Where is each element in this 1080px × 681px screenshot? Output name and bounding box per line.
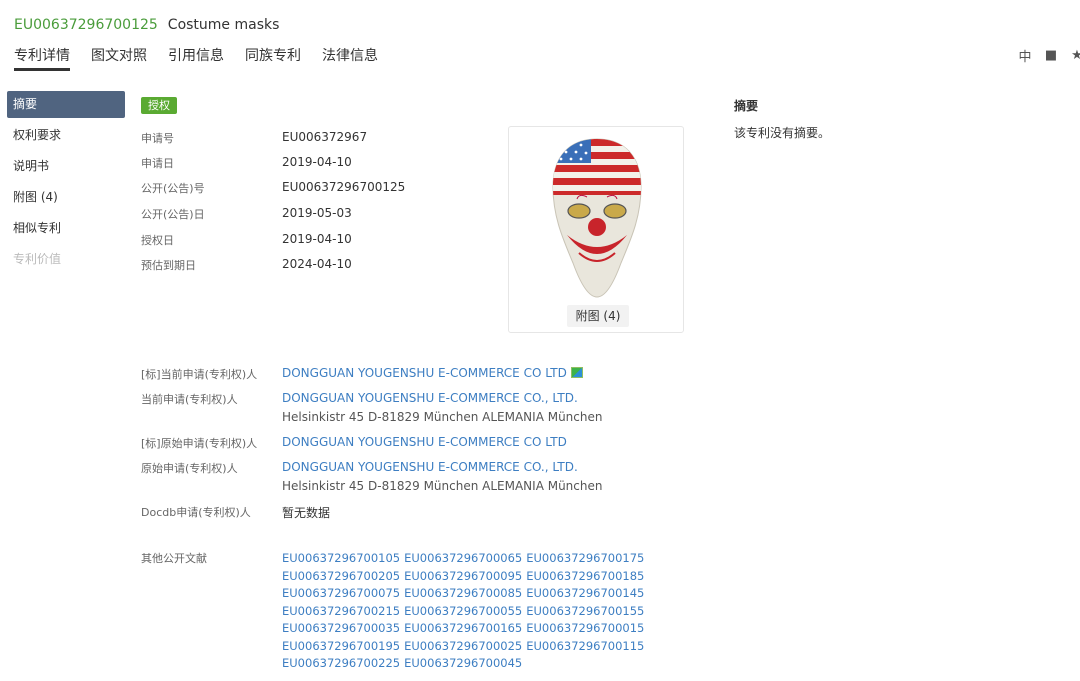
tab-bar: 专利详情 图文对照 引用信息 同族专利 法律信息	[14, 45, 399, 71]
docdb-applicant-value: 暂无数据	[282, 506, 331, 520]
field-label-grant-date: 授权日	[141, 234, 174, 247]
abstract-heading: 摘要	[734, 99, 759, 113]
field-label-app-date: 申请日	[141, 157, 174, 170]
other-doc-link[interactable]: EU00637296700225	[282, 655, 400, 673]
other-docs-label: 其他公开文献	[141, 552, 207, 565]
tab-citations[interactable]: 引用信息	[168, 45, 224, 71]
applicant-flag-icon[interactable]	[570, 367, 583, 378]
other-doc-link[interactable]: EU00637296700055	[404, 603, 522, 621]
other-doc-link[interactable]: EU00637296700165	[404, 620, 522, 638]
nav-similar[interactable]: 相似专利	[7, 215, 125, 246]
std-current-applicant-text[interactable]: DONGGUAN YOUGENSHU E-COMMERCE CO LTD	[282, 366, 567, 380]
std-original-applicant-label: [标]原始申请(专利权)人	[141, 437, 258, 450]
other-doc-link[interactable]: EU00637296700015	[526, 620, 644, 638]
abstract-text: 该专利没有摘要。	[734, 126, 831, 140]
publication-number: EU00637296700125	[14, 17, 158, 33]
other-doc-link[interactable]: EU00637296700105	[282, 550, 400, 568]
std-current-applicant-label: [标]当前申请(专利权)人	[141, 368, 258, 381]
other-doc-link[interactable]: EU00637296700075	[282, 585, 400, 603]
tab-family[interactable]: 同族专利	[245, 45, 301, 71]
field-value-app-no: EU006372967	[282, 130, 368, 144]
field-value-pub-no: EU00637296700125	[282, 180, 406, 194]
other-doc-link[interactable]: EU00637296700185	[526, 568, 644, 586]
std-original-applicant-link[interactable]: DONGGUAN YOUGENSHU E-COMMERCE CO LTD	[282, 435, 567, 449]
figure-count-label[interactable]: 附图 (4)	[567, 305, 629, 327]
page-title: Costume masks	[167, 17, 280, 33]
current-applicant-label: 当前申请(专利权)人	[141, 393, 238, 406]
section-nav: 摘要 权利要求 说明书 附图 (4) 相似专利 专利价值	[7, 91, 125, 277]
other-doc-link[interactable]: EU00637296700155	[526, 603, 644, 621]
other-docs-list: EU00637296700105 EU00637296700065 EU006372…	[282, 550, 644, 673]
docdb-applicant-label: Docdb申请(专利权)人	[141, 506, 251, 519]
folder-icon[interactable]: ■	[1044, 48, 1058, 63]
field-value-pub-date: 2019-05-03	[282, 206, 352, 220]
other-doc-link[interactable]: EU00637296700215	[282, 603, 400, 621]
field-value-grant-date: 2019-04-10	[282, 232, 352, 246]
toolbar: 中 ■ ★	[1018, 48, 1080, 65]
field-label-app-no: 申请号	[141, 132, 174, 145]
original-applicant-label: 原始申请(专利权)人	[141, 462, 238, 475]
translate-icon[interactable]: 中	[1018, 48, 1032, 65]
other-doc-link[interactable]: EU00637296700025	[404, 638, 522, 656]
field-label-pub-no: 公开(公告)号	[141, 182, 205, 195]
mask-image	[552, 138, 642, 298]
other-doc-link[interactable]: EU00637296700195	[282, 638, 400, 656]
other-doc-link[interactable]: EU00637296700065	[404, 550, 522, 568]
page-header: EU00637296700125 Costume masks	[14, 14, 279, 36]
other-doc-link[interactable]: EU00637296700175	[526, 550, 644, 568]
status-badge: 授权	[141, 97, 177, 114]
other-doc-link[interactable]: EU00637296700035	[282, 620, 400, 638]
nav-description[interactable]: 说明书	[7, 153, 125, 184]
std-current-applicant-link[interactable]: DONGGUAN YOUGENSHU E-COMMERCE CO LTD	[282, 366, 583, 380]
other-doc-link[interactable]: EU00637296700205	[282, 568, 400, 586]
other-doc-link[interactable]: EU00637296700045	[404, 655, 522, 673]
tab-text-image[interactable]: 图文对照	[91, 45, 147, 71]
field-value-app-date: 2019-04-10	[282, 155, 352, 169]
current-applicant-address: Helsinkistr 45 D-81829 München ALEMANIA …	[282, 410, 603, 424]
original-applicant-address: Helsinkistr 45 D-81829 München ALEMANIA …	[282, 479, 603, 493]
field-label-pub-date: 公开(公告)日	[141, 208, 205, 221]
nav-figures[interactable]: 附图 (4)	[7, 184, 125, 215]
field-label-expiry: 预估到期日	[141, 259, 196, 272]
figure-card[interactable]: 附图 (4)	[508, 126, 684, 333]
tab-patent-details[interactable]: 专利详情	[14, 45, 70, 71]
nav-value: 专利价值	[13, 252, 62, 266]
other-doc-link[interactable]: EU00637296700145	[526, 585, 644, 603]
original-applicant-link[interactable]: DONGGUAN YOUGENSHU E-COMMERCE CO., LTD.	[282, 460, 578, 474]
other-doc-link[interactable]: EU00637296700085	[404, 585, 522, 603]
nav-claims[interactable]: 权利要求	[7, 122, 125, 153]
other-doc-link[interactable]: EU00637296700115	[526, 638, 644, 656]
star-icon[interactable]: ★	[1070, 48, 1080, 63]
nav-abstract[interactable]: 摘要	[7, 91, 125, 118]
field-value-expiry: 2024-04-10	[282, 257, 352, 271]
other-doc-link[interactable]: EU00637296700095	[404, 568, 522, 586]
current-applicant-link[interactable]: DONGGUAN YOUGENSHU E-COMMERCE CO., LTD.	[282, 391, 578, 405]
tab-legal[interactable]: 法律信息	[322, 45, 378, 71]
